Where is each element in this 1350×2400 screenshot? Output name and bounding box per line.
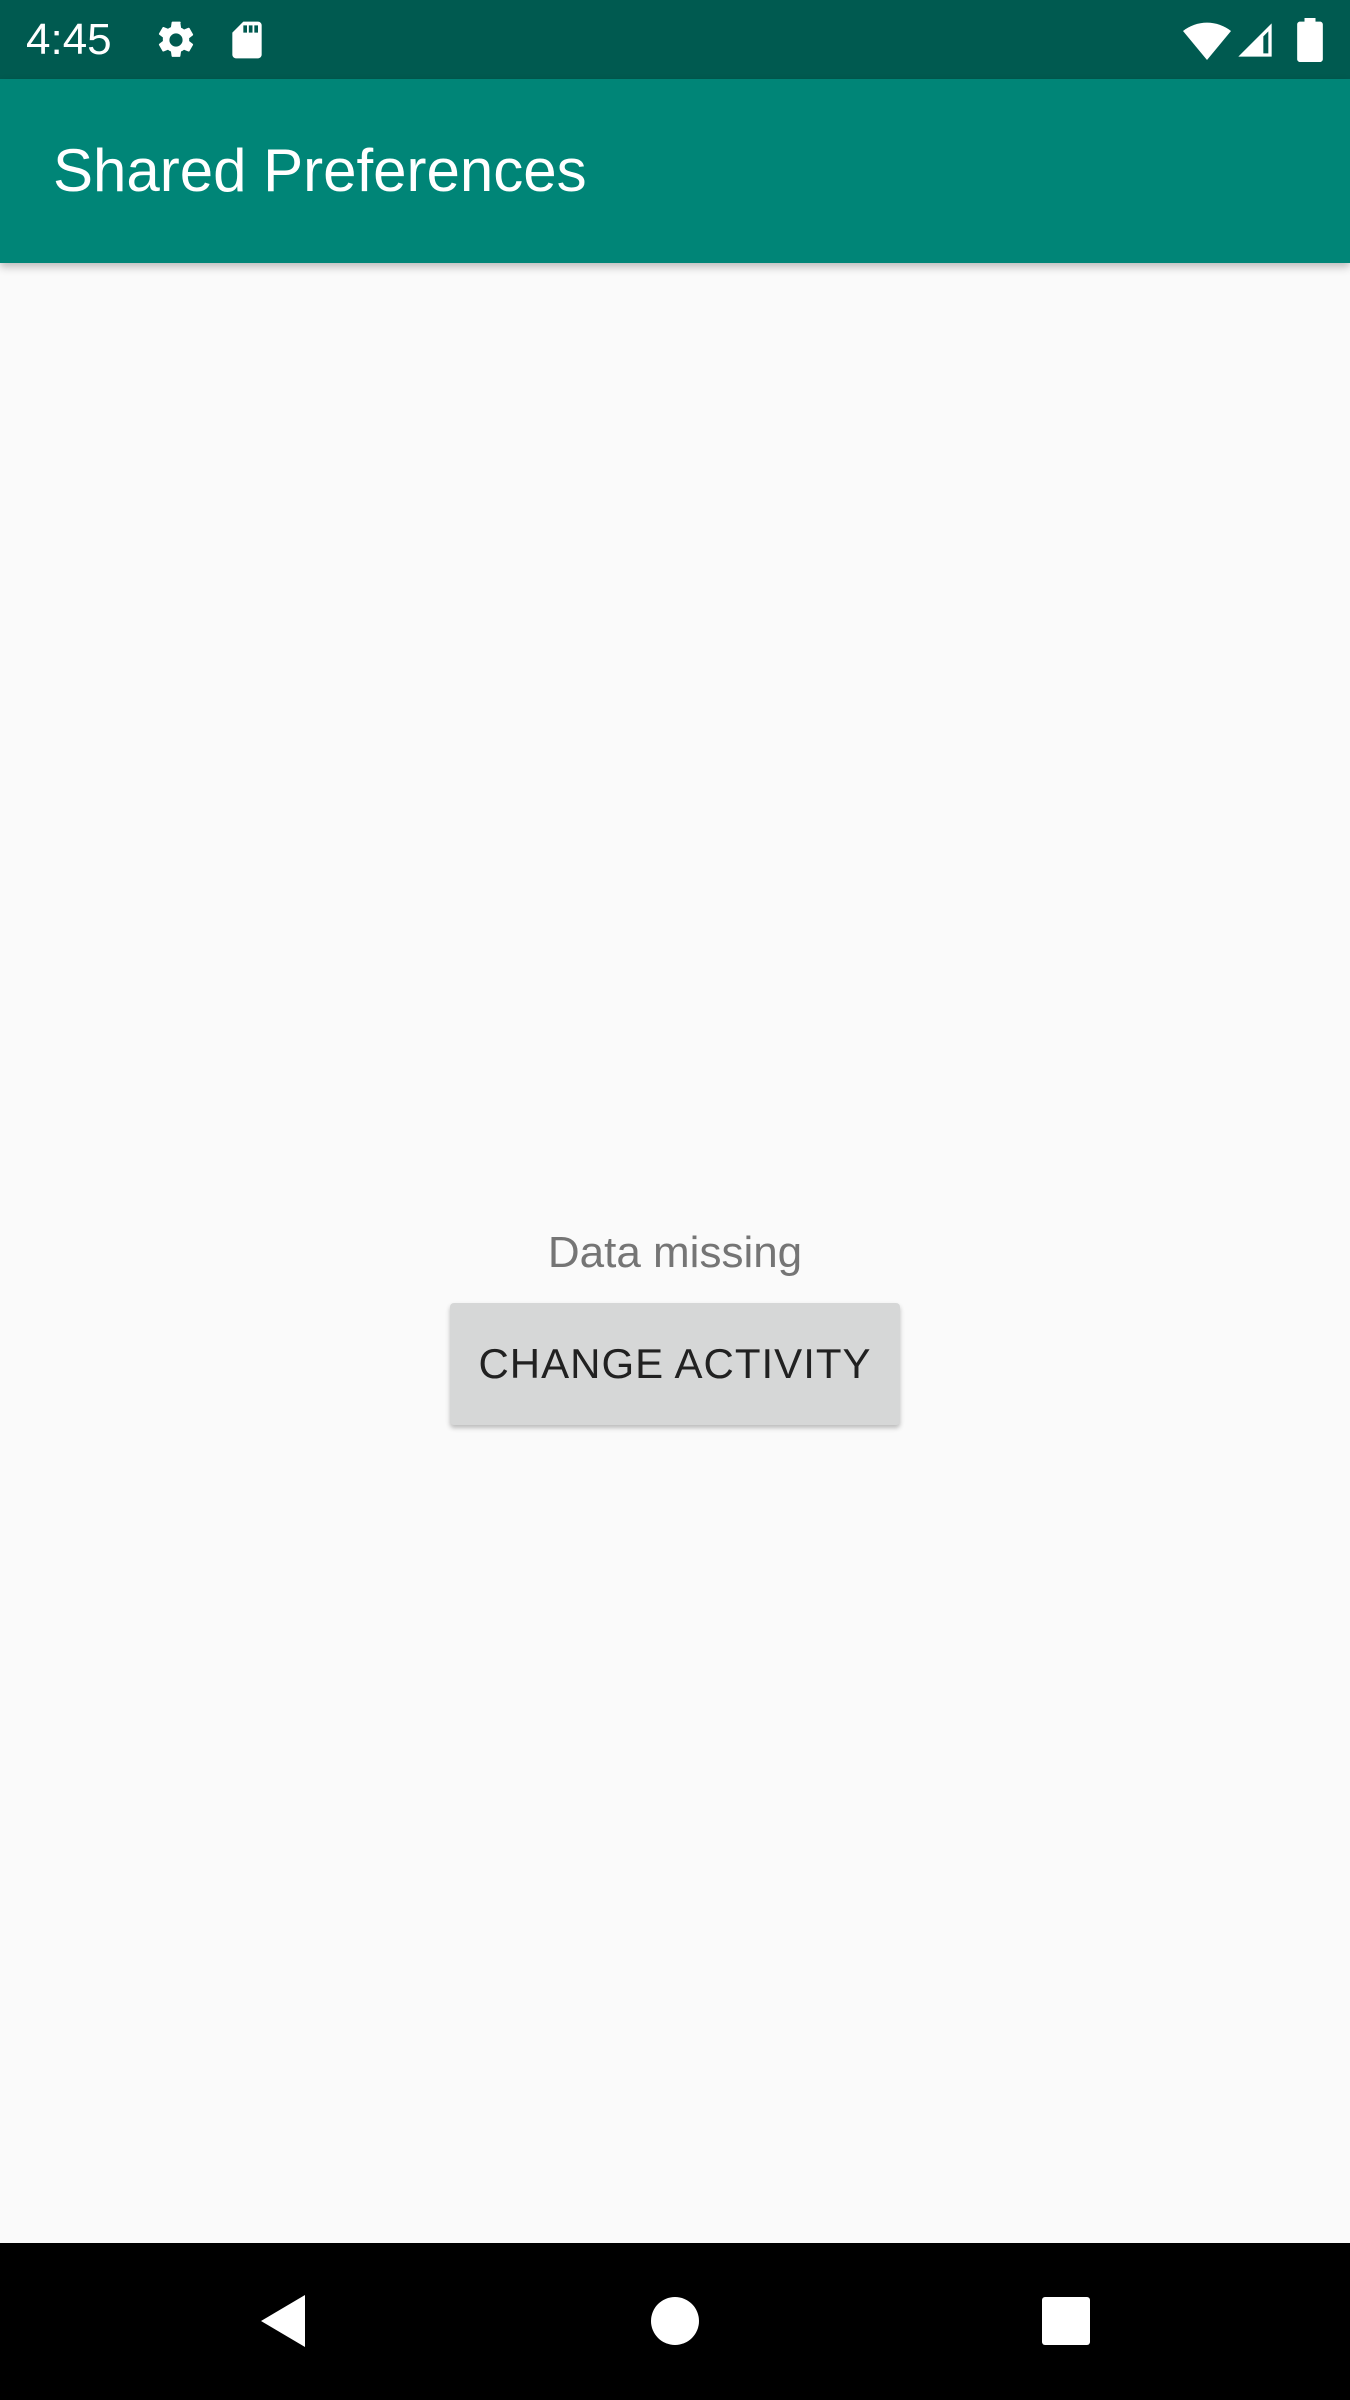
app-title: Shared Preferences (53, 137, 587, 204)
battery-icon (1296, 18, 1326, 62)
home-icon[interactable] (647, 2293, 703, 2349)
main-content: Data missing CHANGE ACTIVITY (0, 263, 1350, 2243)
cellular-signal-icon (1235, 18, 1279, 62)
status-bar: 4:45 (0, 0, 1350, 79)
wifi-icon (1182, 18, 1232, 62)
back-icon[interactable] (255, 2293, 311, 2349)
status-time: 4:45 (26, 15, 112, 64)
recents-icon[interactable] (1038, 2293, 1094, 2349)
navigation-bar (0, 2243, 1350, 2400)
settings-icon (154, 18, 198, 62)
data-status-text: Data missing (547, 1228, 803, 1277)
screen: 4:45 Shared Preferences Data missing CHA… (0, 0, 1350, 2400)
change-activity-button[interactable]: CHANGE ACTIVITY (450, 1303, 900, 1425)
sd-card-icon (225, 18, 269, 62)
app-bar: Shared Preferences (0, 79, 1350, 263)
